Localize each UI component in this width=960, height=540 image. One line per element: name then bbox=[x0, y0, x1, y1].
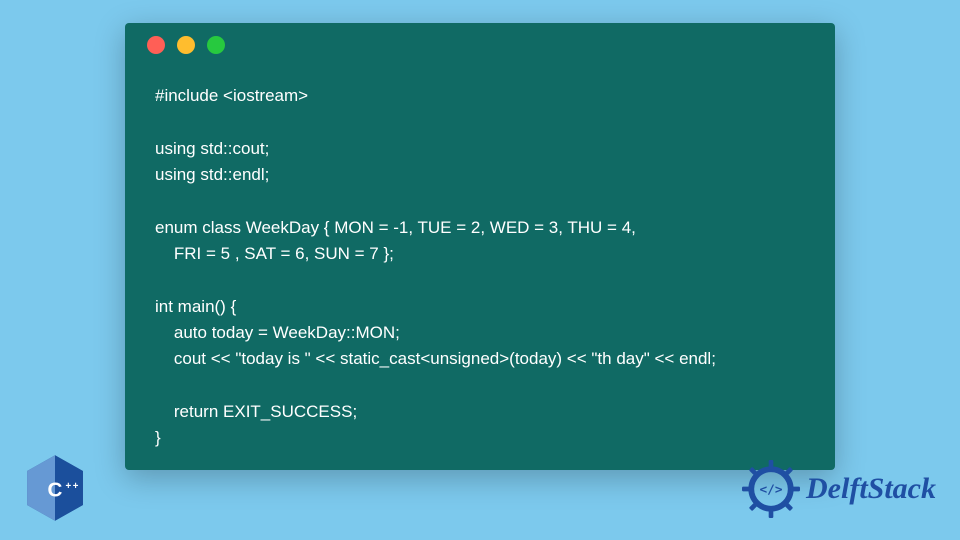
cpp-logo-icon: C + + bbox=[24, 454, 86, 522]
gear-glyph: </> bbox=[760, 483, 783, 498]
code-line: using std::cout; bbox=[155, 139, 269, 158]
minimize-icon[interactable] bbox=[177, 36, 195, 54]
svg-text:+: + bbox=[73, 481, 79, 492]
code-line: using std::endl; bbox=[155, 165, 269, 184]
code-line: } bbox=[155, 428, 161, 447]
code-line: cout << "today is " << static_cast<unsig… bbox=[155, 349, 716, 368]
code-line: FRI = 5 , SAT = 6, SUN = 7 }; bbox=[155, 244, 394, 263]
window-titlebar bbox=[125, 23, 835, 67]
cpp-label: C bbox=[48, 479, 63, 502]
code-line: return EXIT_SUCCESS; bbox=[155, 402, 357, 421]
svg-text:+: + bbox=[66, 481, 72, 492]
gear-icon: </> bbox=[742, 460, 800, 518]
code-line: int main() { bbox=[155, 297, 236, 316]
code-window: #include <iostream> using std::cout; usi… bbox=[125, 23, 835, 470]
code-line: #include <iostream> bbox=[155, 86, 308, 105]
code-line: auto today = WeekDay::MON; bbox=[155, 323, 400, 342]
brand-logo: </> DelftStack bbox=[742, 460, 936, 518]
zoom-icon[interactable] bbox=[207, 36, 225, 54]
brand-name: DelftStack bbox=[806, 472, 936, 506]
close-icon[interactable] bbox=[147, 36, 165, 54]
code-line: enum class WeekDay { MON = -1, TUE = 2, … bbox=[155, 218, 636, 237]
code-block: #include <iostream> using std::cout; usi… bbox=[125, 67, 835, 472]
